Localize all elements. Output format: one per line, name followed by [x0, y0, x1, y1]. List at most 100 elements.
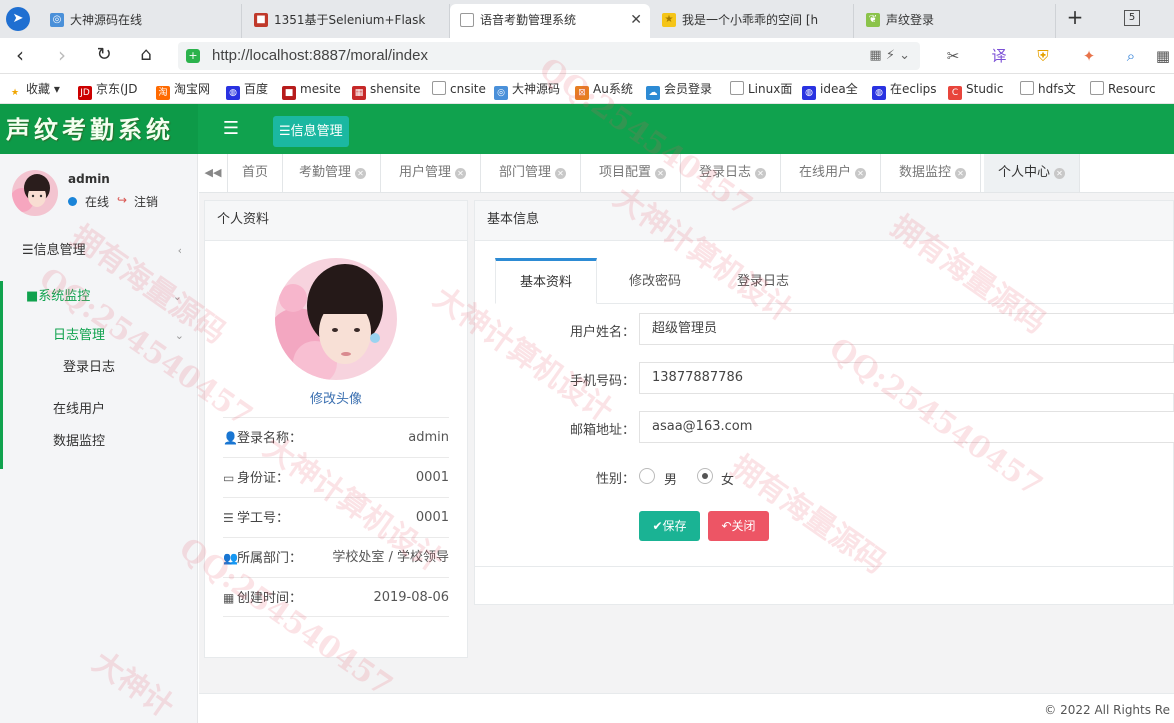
- browser-logo-icon[interactable]: ➤: [6, 7, 30, 31]
- bookmark-item[interactable]: JD 京东(JD: [78, 74, 137, 104]
- close-tab-icon[interactable]: ✕: [1054, 168, 1066, 179]
- browser-tab[interactable]: ★ 我是一个小乖乖的空间 [h: [652, 4, 854, 38]
- bookmark-label: 京东(JD: [96, 82, 138, 96]
- tab-login-log[interactable]: 登录日志 ✕: [685, 154, 782, 192]
- browser-tab-active[interactable]: 语音考勤管理系统 ✕: [450, 4, 650, 38]
- chevron-down-icon: ⌄: [172, 290, 182, 303]
- apps-icon[interactable]: ▦: [1150, 46, 1174, 66]
- sidebar-item-label: 数据监控: [53, 434, 106, 449]
- tab-favicon-icon: ■: [254, 13, 268, 27]
- sidebar-item-info-management[interactable]: ☰信息管理 ‹: [0, 236, 198, 266]
- tab-project-config[interactable]: 项目配置 ✕: [585, 154, 682, 192]
- close-tab-icon[interactable]: ✕: [555, 168, 567, 179]
- tab-login-log[interactable]: 登录日志: [713, 258, 813, 304]
- browser-tab[interactable]: ◎ 大神源码在线: [40, 4, 242, 38]
- row-value: 0001: [415, 470, 449, 485]
- menu-toggle-icon[interactable]: ☰: [222, 117, 240, 141]
- search-icon[interactable]: ⌕: [1118, 46, 1144, 66]
- reload-icon[interactable]: ↻: [92, 44, 116, 68]
- sidebar-item-login-log[interactable]: 登录日志: [0, 353, 198, 383]
- bookmark-item[interactable]: ⊠ Au系统: [575, 74, 633, 104]
- footer: © 2022 All Rights Re: [199, 693, 1174, 723]
- logout-link[interactable]: 注销: [134, 193, 158, 210]
- close-tab-icon[interactable]: ✕: [355, 168, 367, 179]
- user-name: admin: [68, 172, 110, 186]
- address-bar: ‹ › ↻ ⌂ + http://localhost:8887/moral/in…: [0, 38, 1174, 74]
- home-icon[interactable]: ⌂: [134, 44, 158, 68]
- shield-icon[interactable]: ⛨: [1030, 46, 1056, 66]
- close-tab-icon[interactable]: ✕: [755, 168, 767, 179]
- browser-tab[interactable]: ■ 1351基于Selenium+Flask: [244, 4, 450, 38]
- bookmark-item[interactable]: ▦ shensite: [352, 74, 421, 104]
- game-icon[interactable]: ✦: [1076, 46, 1102, 66]
- undo-icon: ↶: [721, 519, 732, 533]
- profile-photo[interactable]: [275, 258, 397, 380]
- tab-online-users[interactable]: 在线用户 ✕: [785, 154, 882, 192]
- back-icon[interactable]: ‹: [8, 44, 32, 68]
- profile-row-id-card: ▭ 身份证： 0001: [223, 457, 449, 497]
- bookmark-item[interactable]: ☁ 会员登录: [646, 74, 712, 104]
- tab-basic-info[interactable]: 基本资料: [495, 258, 598, 304]
- star-icon: ★: [662, 13, 676, 27]
- sidebar: admin 在线 ↪ 注销 ☰信息管理 ‹ ■系统监控 ⌄ 日志管理 ⌄ 登录日…: [0, 154, 198, 723]
- tab-attendance[interactable]: 考勤管理 ✕: [285, 154, 382, 192]
- bookmark-item[interactable]: Linux面: [730, 74, 792, 104]
- tab-title: 大神源码在线: [70, 13, 143, 27]
- bookmark-item[interactable]: ★ 收藏 ▾: [8, 74, 60, 104]
- tab-data-monitor[interactable]: 数据监控 ✕: [885, 154, 982, 192]
- tab-departments[interactable]: 部门管理 ✕: [485, 154, 582, 192]
- phone-field[interactable]: 13877887786: [639, 362, 1174, 394]
- gender-male-radio[interactable]: [639, 468, 655, 484]
- sidebar-item-label: 系统监控: [38, 289, 91, 304]
- close-tab-icon[interactable]: ✕: [455, 168, 467, 179]
- tab-home[interactable]: 首页: [228, 154, 284, 192]
- online-status-icon: [68, 197, 77, 206]
- top-menu-info-management[interactable]: ☰信息管理: [273, 116, 349, 147]
- scissors-icon[interactable]: ✂: [940, 46, 966, 66]
- translate-icon[interactable]: 译: [986, 46, 1012, 66]
- bookmark-item[interactable]: ◍ 百度: [226, 74, 268, 104]
- bookmark-item[interactable]: ◍ idea全: [802, 74, 858, 104]
- avatar[interactable]: [12, 170, 58, 216]
- gender-female-radio[interactable]: [697, 468, 713, 484]
- sidebar-item-online-users[interactable]: 在线用户: [0, 395, 198, 425]
- close-tab-icon[interactable]: ✕: [955, 168, 967, 179]
- chevron-down-icon: ⌄: [174, 329, 184, 342]
- app-logo[interactable]: 声纹考勤系统: [0, 104, 198, 154]
- change-avatar-link[interactable]: 修改头像: [205, 388, 467, 407]
- close-tab-icon[interactable]: ✕: [855, 168, 867, 179]
- email-field[interactable]: asaa@163.com: [639, 411, 1174, 443]
- close-tab-icon[interactable]: ✕: [655, 168, 667, 179]
- url-field[interactable]: + http://localhost:8887/moral/index ▦ ⚡ …: [178, 42, 920, 70]
- tab-count-icon[interactable]: 5: [1124, 10, 1140, 26]
- bookmark-item[interactable]: ◎ 大神源码: [494, 74, 560, 104]
- bookmark-label: idea全: [820, 82, 858, 96]
- bookmark-item[interactable]: hdfs文: [1020, 74, 1076, 104]
- tabs-scroll-left-icon[interactable]: ◀◀: [199, 154, 228, 192]
- url-actions[interactable]: ▦ ⚡ ⌄: [869, 42, 910, 70]
- tab-personal-center[interactable]: 个人中心 ✕: [984, 154, 1081, 192]
- bookmark-item[interactable]: cnsite: [432, 74, 486, 104]
- bookmark-item[interactable]: ■ mesite: [282, 74, 341, 104]
- bookmark-item[interactable]: 淘淘宝网: [156, 74, 210, 104]
- close-button[interactable]: ↶关闭: [708, 511, 769, 541]
- new-tab-button[interactable]: +: [1064, 6, 1086, 30]
- sidebar-item-system-monitor[interactable]: ■系统监控 ⌄: [0, 282, 198, 312]
- sidebar-item-log-management[interactable]: 日志管理 ⌄: [0, 321, 198, 351]
- browser-tab[interactable]: ❦ 声纹登录: [856, 4, 1056, 38]
- close-tab-icon[interactable]: ✕: [630, 4, 642, 36]
- sidebar-item-data-monitor[interactable]: 数据监控: [0, 427, 198, 457]
- tab-label: 部门管理: [499, 165, 552, 180]
- save-button[interactable]: ✔保存: [639, 511, 700, 541]
- bookmark-item[interactable]: C Studic: [948, 74, 1003, 104]
- tab-favicon-icon: ◎: [50, 13, 64, 27]
- url-text[interactable]: http://localhost:8887/moral/index: [212, 42, 428, 70]
- bookmark-item[interactable]: Resourc: [1090, 74, 1156, 104]
- tab-users[interactable]: 用户管理 ✕: [385, 154, 482, 192]
- form-tabs: 基本资料 修改密码 登录日志: [495, 258, 1174, 304]
- logout-icon[interactable]: ↪: [117, 193, 127, 207]
- bookmark-item[interactable]: ◍ 在eclips: [872, 74, 937, 104]
- tab-change-password[interactable]: 修改密码: [605, 258, 705, 304]
- name-field[interactable]: 超级管理员: [639, 313, 1174, 345]
- forward-icon[interactable]: ›: [50, 44, 74, 68]
